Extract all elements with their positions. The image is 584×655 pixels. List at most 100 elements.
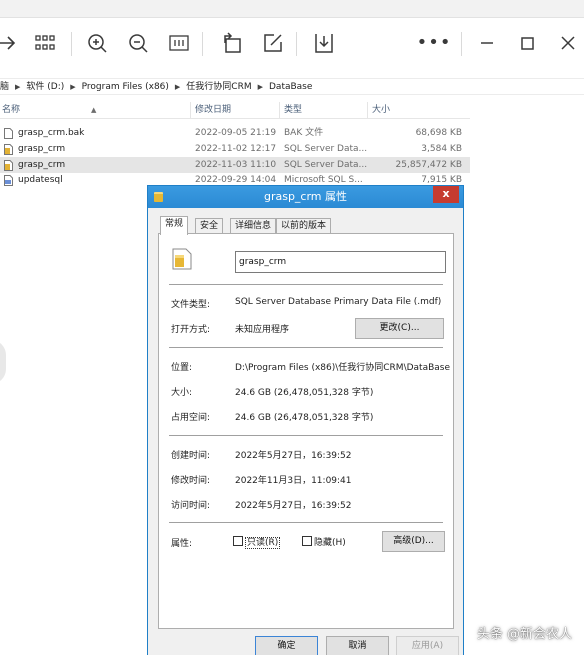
- breadcrumb-item[interactable]: 脑: [0, 79, 9, 95]
- dialog-title: grasp_crm 属性: [263, 190, 348, 203]
- file-date: 2022-11-03 11:10: [195, 160, 277, 170]
- file-type: BAK 文件: [284, 128, 324, 138]
- file-name: grasp_crm: [18, 160, 66, 170]
- sort-ascending-icon: ▲: [91, 106, 97, 114]
- readonly-checkbox[interactable]: 只读(R): [233, 536, 281, 549]
- download-icon[interactable]: [309, 28, 339, 58]
- breadcrumb-item[interactable]: DataBase: [269, 79, 312, 95]
- open-with-label: 打开方式:: [171, 325, 211, 335]
- created-value: 2022年5月27日，16:39:52: [235, 451, 352, 461]
- file-size: 3,584 KB: [421, 144, 462, 154]
- file-type: SQL Server Data...: [284, 160, 368, 170]
- general-tab-panel: grasp_crm 文件类型: SQL Server Database Prim…: [158, 233, 454, 629]
- column-divider[interactable]: [190, 102, 191, 118]
- apply-button[interactable]: 应用(A): [396, 636, 459, 655]
- tab-general[interactable]: 常规: [160, 216, 189, 235]
- breadcrumb-item[interactable]: 软件 (D:): [26, 79, 64, 95]
- minimize-icon[interactable]: [472, 28, 502, 58]
- ribbon-labels-strip: [0, 66, 584, 76]
- view-grid-icon[interactable]: [30, 28, 60, 58]
- database-file-icon: [172, 248, 192, 270]
- change-button[interactable]: 更改(C)...: [355, 318, 444, 339]
- file-size: 25,857,472 KB: [395, 160, 462, 170]
- database-file-icon: [4, 160, 13, 171]
- file-type-label: 文件类型:: [171, 300, 211, 310]
- size-label: 大小:: [171, 388, 193, 398]
- divider: [169, 347, 443, 348]
- file-type-value: SQL Server Database Primary Data File (.…: [235, 297, 442, 307]
- file-date: 2022-11-02 12:17: [195, 144, 277, 154]
- cancel-button[interactable]: 取消: [326, 636, 389, 655]
- toolbar-divider: [461, 32, 462, 56]
- viewer-toolbar: •••: [0, 18, 584, 68]
- checkbox-box[interactable]: [233, 536, 243, 546]
- breadcrumb-item[interactable]: Program Files (x86): [82, 79, 169, 95]
- chevron-right-icon: ▶: [70, 83, 76, 91]
- modified-value: 2022年11月3日，11:09:41: [235, 476, 352, 486]
- divider: [169, 522, 443, 523]
- fit-screen-icon[interactable]: [164, 28, 194, 58]
- chevron-right-icon: ▶: [174, 83, 181, 91]
- location-label: 位置:: [171, 363, 193, 373]
- zoom-out-icon[interactable]: [123, 28, 153, 58]
- readonly-label: 只读(R): [245, 537, 281, 549]
- ok-button[interactable]: 确定: [255, 636, 318, 655]
- toolbar-divider: [296, 32, 297, 56]
- attributes-label: 属性:: [171, 539, 193, 549]
- chevron-right-icon: ▶: [15, 83, 21, 91]
- edit-icon[interactable]: [258, 28, 288, 58]
- filename-input[interactable]: grasp_crm: [235, 251, 446, 273]
- column-header-type[interactable]: 类型: [284, 101, 302, 119]
- file-row[interactable]: grasp_crm.bak 2022-09-05 21:19 BAK 文件 68…: [0, 125, 470, 141]
- checkbox-box[interactable]: [302, 536, 312, 546]
- dialog-close-button[interactable]: x: [433, 186, 459, 203]
- divider: [169, 435, 443, 436]
- column-header-name[interactable]: 名称: [2, 101, 20, 119]
- open-with-value: 未知应用程序: [235, 325, 290, 335]
- hidden-checkbox[interactable]: 隐藏(H): [302, 536, 346, 549]
- file-date: 2022-09-05 21:19: [195, 128, 277, 138]
- close-icon[interactable]: [553, 28, 583, 58]
- column-divider[interactable]: [367, 102, 368, 118]
- toolbar-divider: [71, 32, 72, 56]
- tab-security[interactable]: 安全: [195, 218, 224, 234]
- document-icon: [4, 128, 13, 139]
- file-name: grasp_crm.bak: [18, 128, 85, 138]
- breadcrumb-item[interactable]: 任我行协同CRM: [186, 79, 251, 95]
- side-scroll-handle[interactable]: [0, 340, 6, 384]
- file-type: SQL Server Data...: [284, 144, 368, 154]
- accessed-label: 访问时间:: [171, 501, 211, 511]
- file-row[interactable]: grasp_crm 2022-11-02 12:17 SQL Server Da…: [0, 141, 470, 157]
- rotate-icon[interactable]: [217, 28, 247, 58]
- properties-dialog: grasp_crm 属性 x 常规 安全 详细信息 以前的版本 grasp_cr…: [147, 185, 464, 655]
- sql-file-icon: [4, 175, 13, 186]
- accessed-value: 2022年5月27日，16:39:52: [235, 501, 352, 511]
- chevron-right-icon: ▶: [257, 83, 263, 91]
- watermark: 头条 @新会农人: [476, 627, 572, 642]
- column-header-date[interactable]: 修改日期: [195, 101, 231, 119]
- file-name: grasp_crm: [18, 144, 66, 154]
- file-list-header: ▲ 名称 修改日期 类型 大小: [0, 101, 470, 119]
- zoom-in-icon[interactable]: [82, 28, 112, 58]
- window-top-strip: [0, 0, 584, 18]
- more-icon[interactable]: •••: [417, 28, 451, 58]
- size-value: 24.6 GB (26,478,051,328 字节): [235, 388, 374, 398]
- column-header-size[interactable]: 大小: [372, 101, 390, 119]
- created-label: 创建时间:: [171, 451, 211, 461]
- hidden-label: 隐藏(H): [314, 538, 346, 548]
- maximize-icon[interactable]: [512, 28, 542, 58]
- location-value: D:\Program Files (x86)\任我行协同CRM\DataBase: [235, 363, 451, 373]
- dialog-titlebar[interactable]: grasp_crm 属性 x: [148, 186, 463, 208]
- file-row[interactable]: grasp_crm 2022-11-03 11:10 SQL Server Da…: [0, 157, 470, 173]
- forward-arrow-icon[interactable]: [0, 28, 22, 58]
- breadcrumb[interactable]: 脑 ▶ 软件 (D:) ▶ Program Files (x86) ▶ 任我行协同CRM ▶ D…: [0, 78, 584, 95]
- file-size: 68,698 KB: [415, 128, 462, 138]
- size-on-disk-value: 24.6 GB (26,478,051,328 字节): [235, 413, 374, 423]
- tab-previous-versions[interactable]: 以前的版本: [276, 218, 332, 234]
- advanced-button[interactable]: 高级(D)...: [382, 531, 445, 552]
- file-name: updatesql: [18, 175, 63, 185]
- tab-details[interactable]: 详细信息: [230, 218, 277, 234]
- column-divider[interactable]: [279, 102, 280, 118]
- toolbar-divider: [202, 32, 203, 56]
- database-file-icon: [4, 144, 13, 155]
